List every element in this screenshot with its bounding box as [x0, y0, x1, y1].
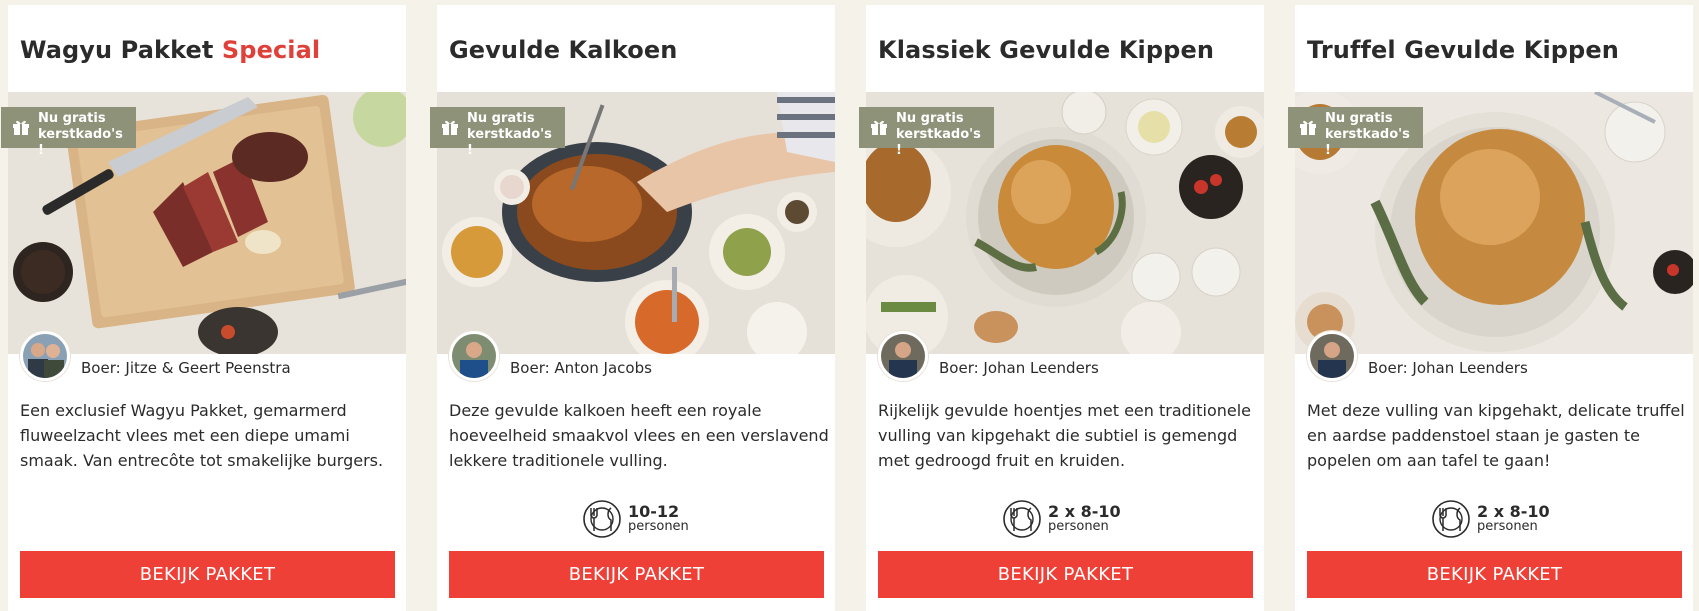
- product-title[interactable]: Klassiek Gevulde Kippen: [878, 36, 1214, 64]
- farmer-avatar: [449, 331, 499, 381]
- product-card-truffel-kippen[interactable]: Truffel Gevulde Kippen Nu gratis kerstka…: [1288, 5, 1693, 611]
- product-title[interactable]: Gevulde Kalkoen: [449, 36, 677, 64]
- product-description: Rijkelijk gevulde hoentjes met een tradi…: [878, 401, 1252, 470]
- cutlery-plate-icon: [1432, 500, 1470, 538]
- farmer-avatar: [1307, 331, 1357, 381]
- servings-info: 2 x 8-10 personen: [1431, 498, 1550, 540]
- promo-badge: Nu gratis kerstkado's !: [430, 107, 565, 158]
- product-title[interactable]: Truffel Gevulde Kippen: [1307, 36, 1619, 64]
- product-description: Een exclusief Wagyu Pakket, gemarmerd fl…: [20, 401, 384, 470]
- product-title-main: Gevulde Kalkoen: [449, 36, 678, 64]
- gift-icon: [871, 120, 887, 135]
- gift-icon: [1300, 120, 1316, 135]
- promo-badge: Nu gratis kerstkado's !: [859, 107, 994, 158]
- servings-count: 2 x 8-10: [1048, 502, 1121, 521]
- promo-badge: Nu gratis kerstkado's !: [1, 107, 136, 158]
- view-package-button[interactable]: BEKIJK PAKKET: [20, 551, 395, 598]
- servings-info: 10-12 personen: [582, 498, 689, 540]
- product-title-accent: Special: [221, 36, 321, 64]
- servings-count: 10-12: [628, 502, 680, 521]
- view-package-button[interactable]: BEKIJK PAKKET: [878, 551, 1253, 598]
- farmer-name: Boer: Johan Leenders: [1368, 359, 1528, 377]
- view-package-button[interactable]: BEKIJK PAKKET: [449, 551, 824, 598]
- cutlery-plate-icon: [583, 500, 621, 538]
- product-title-main: Truffel Gevulde Kippen: [1307, 36, 1619, 64]
- gift-icon: [442, 120, 458, 135]
- promo-badge: Nu gratis kerstkado's !: [1288, 107, 1423, 158]
- cutlery-plate-icon: [1003, 500, 1041, 538]
- product-card-wagyu[interactable]: Wagyu Pakket Special Nu gratis kerstkado…: [1, 5, 406, 611]
- servings-unit: personen: [628, 519, 689, 534]
- gift-icon: [13, 120, 29, 135]
- product-card-kalkoen[interactable]: Gevulde Kalkoen Nu gratis kerstkado's ! …: [430, 5, 835, 611]
- product-title[interactable]: Wagyu Pakket Special: [20, 36, 320, 64]
- product-card-klassiek-kippen[interactable]: Klassiek Gevulde Kippen Nu gratis kerstk…: [859, 5, 1264, 611]
- farmer-avatar: [878, 331, 928, 381]
- product-title-main: Wagyu Pakket: [20, 36, 214, 64]
- product-description: Deze gevulde kalkoen heeft een royale ho…: [449, 401, 829, 470]
- servings-unit: personen: [1048, 519, 1109, 534]
- farmer-name: Boer: Jitze & Geert Peenstra: [81, 359, 291, 377]
- farmer-avatar: [20, 331, 70, 381]
- view-package-button[interactable]: BEKIJK PAKKET: [1307, 551, 1682, 598]
- servings-count: 2 x 8-10: [1477, 502, 1550, 521]
- servings-unit: personen: [1477, 519, 1538, 534]
- farmer-name: Boer: Anton Jacobs: [510, 359, 652, 377]
- servings-info: 2 x 8-10 personen: [1002, 498, 1121, 540]
- product-title-main: Klassiek Gevulde Kippen: [878, 36, 1215, 64]
- product-description: Met deze vulling van kipgehakt, delicate…: [1307, 401, 1685, 470]
- farmer-name: Boer: Johan Leenders: [939, 359, 1099, 377]
